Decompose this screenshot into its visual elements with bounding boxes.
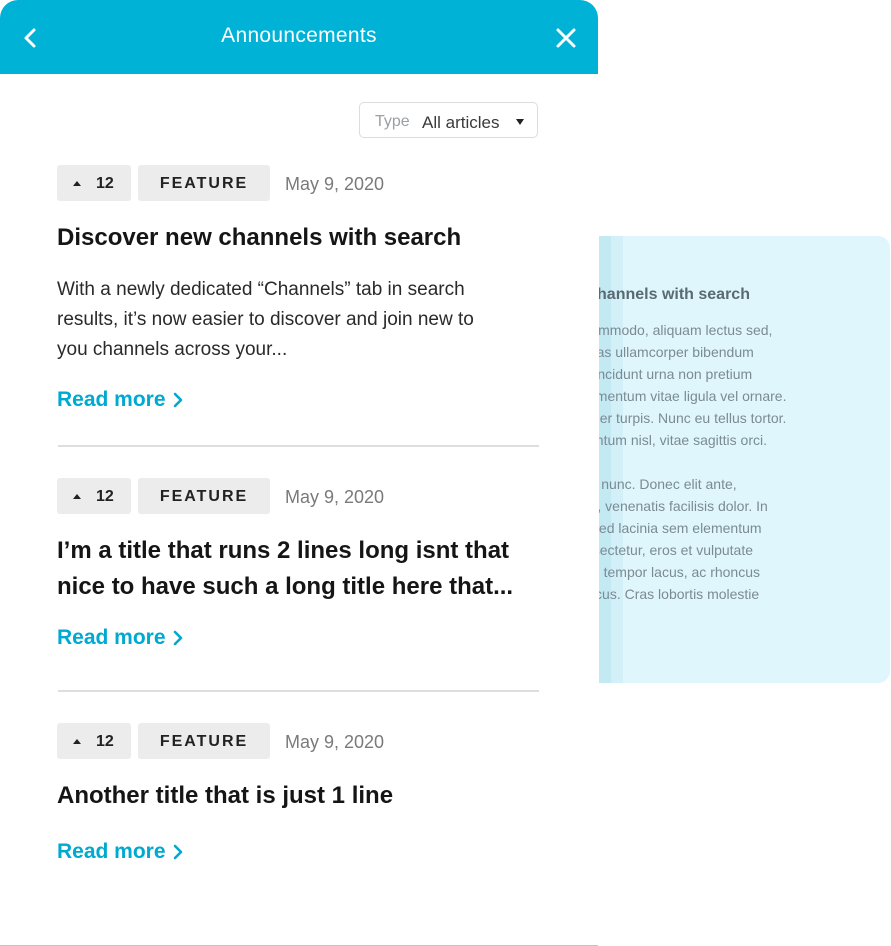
- caret-down-icon: [516, 119, 524, 125]
- article-date: May 9, 2020: [285, 732, 385, 752]
- read-more-label: Read more: [57, 840, 166, 863]
- article-title-line-2[interactable]: nice to have such a long title here that…: [57, 569, 513, 605]
- upvote-count: 12: [96, 733, 114, 750]
- article-title[interactable]: Another title that is just 1 line: [57, 778, 393, 814]
- chevron-right-icon: [173, 393, 182, 408]
- upvote-button[interactable]: 12: [57, 478, 131, 514]
- article-date: May 9, 2020: [285, 487, 385, 507]
- read-more-label: Read more: [57, 626, 166, 649]
- category-tag: FEATURE: [138, 478, 270, 514]
- article-title-line-1[interactable]: I’m a title that runs 2 lines long isnt …: [57, 533, 509, 569]
- upvote-count: 12: [96, 175, 114, 192]
- type-filter-dropdown[interactable]: Type All articles: [359, 102, 538, 138]
- article-title[interactable]: Discover new channels with search: [57, 220, 461, 256]
- category-tag: FEATURE: [138, 165, 270, 201]
- article-date: May 9, 2020: [285, 174, 385, 194]
- header-bar: Announcements: [0, 0, 598, 74]
- chevron-right-icon: [173, 631, 182, 646]
- preview-paragraph: s nulla commodo, aliquam lectus sed, ugu…: [599, 322, 787, 448]
- upvote-arrow-icon: [73, 739, 81, 744]
- announcements-panel: Announcements Type All articles 12 FEATU…: [0, 0, 598, 946]
- preview-title: er new channels with search: [599, 286, 750, 303]
- close-icon[interactable]: [553, 25, 579, 51]
- article-preview-panel: er new channels with search s nulla comm…: [599, 236, 890, 683]
- category-tag: FEATURE: [138, 723, 270, 759]
- upvote-button[interactable]: 12: [57, 723, 131, 759]
- read-more-link[interactable]: Read more: [57, 388, 184, 412]
- read-more-link[interactable]: Read more: [57, 840, 184, 864]
- chevron-right-icon: [173, 845, 182, 860]
- upvote-button[interactable]: 12: [57, 165, 131, 201]
- divider: [58, 445, 539, 447]
- page-title: Announcements: [221, 24, 377, 47]
- article-excerpt: With a newly dedicated “Channels” tab in…: [57, 279, 474, 360]
- type-filter-value: All articles: [422, 113, 500, 132]
- upvote-arrow-icon: [73, 181, 81, 186]
- upvote-count: 12: [96, 488, 114, 505]
- read-more-label: Read more: [57, 388, 166, 411]
- preview-paragraph: dignissim nunc. Donec elit ante, a dolor…: [599, 476, 768, 602]
- type-filter-label: Type: [375, 113, 410, 130]
- upvote-arrow-icon: [73, 494, 81, 499]
- read-more-link[interactable]: Read more: [57, 626, 184, 650]
- divider: [58, 690, 539, 692]
